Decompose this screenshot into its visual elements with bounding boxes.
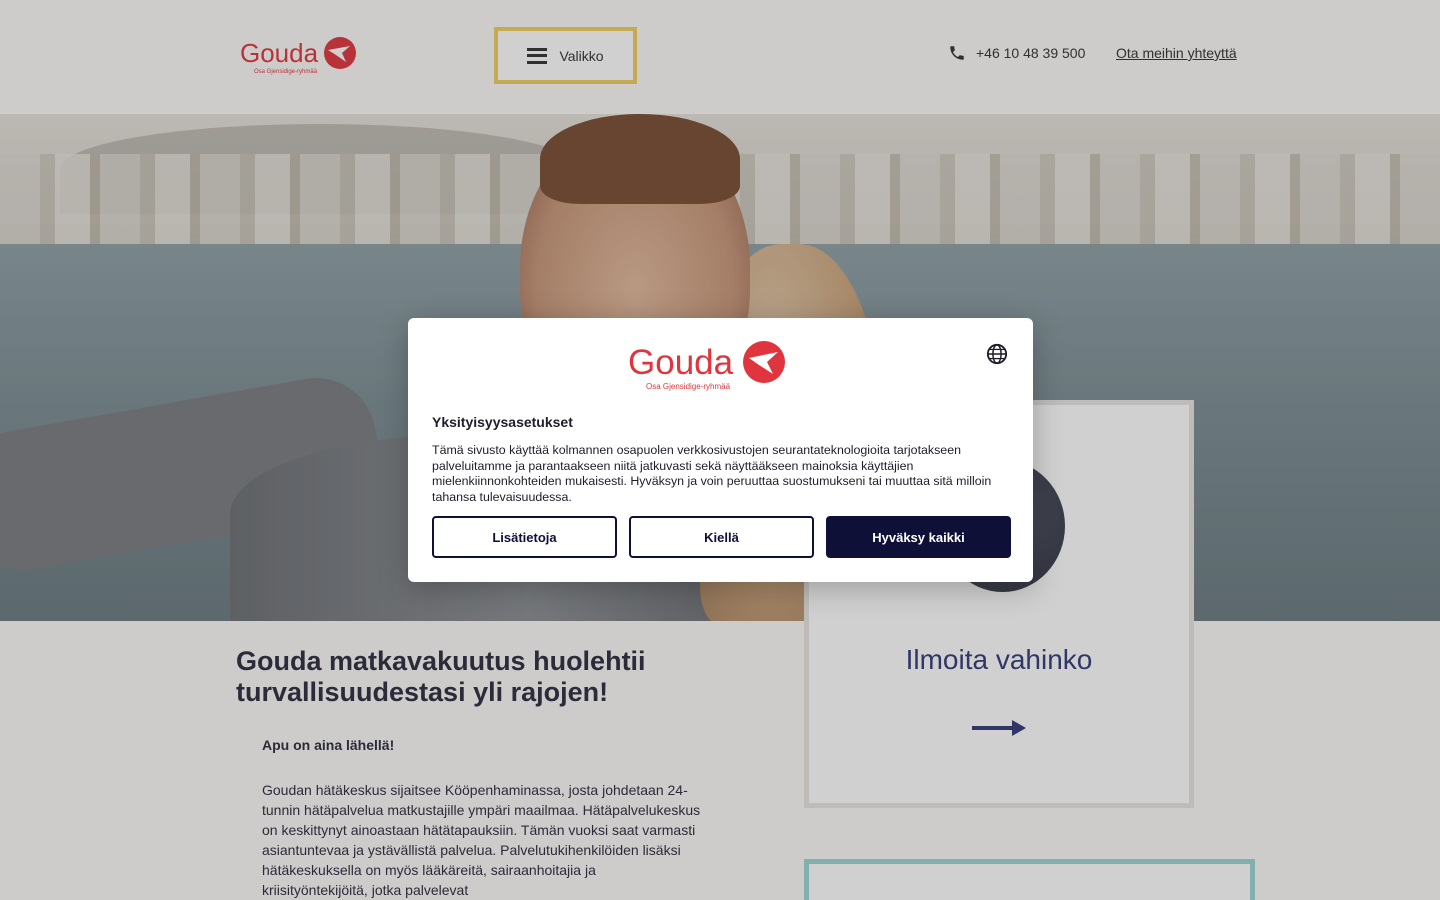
- dialog-logo-text: Gouda: [628, 343, 734, 382]
- gouda-logo: Gouda Osa Gjensidige-ryhmää: [628, 341, 785, 391]
- language-globe-icon[interactable]: [986, 343, 1008, 365]
- more-info-button[interactable]: Lisätietoja: [432, 516, 617, 558]
- dialog-description: Tämä sivusto käyttää kolmannen osapuolen…: [432, 443, 992, 504]
- dialog-title: Yksityisyysasetukset: [432, 414, 573, 430]
- dialog-logo-subtext: Osa Gjensidige-ryhmää: [646, 382, 731, 391]
- accept-all-button[interactable]: Hyväksy kaikki: [826, 516, 1011, 558]
- privacy-settings-dialog: Gouda Osa Gjensidige-ryhmää Yksityisyysa…: [408, 318, 1033, 582]
- deny-button[interactable]: Kiellä: [629, 516, 814, 558]
